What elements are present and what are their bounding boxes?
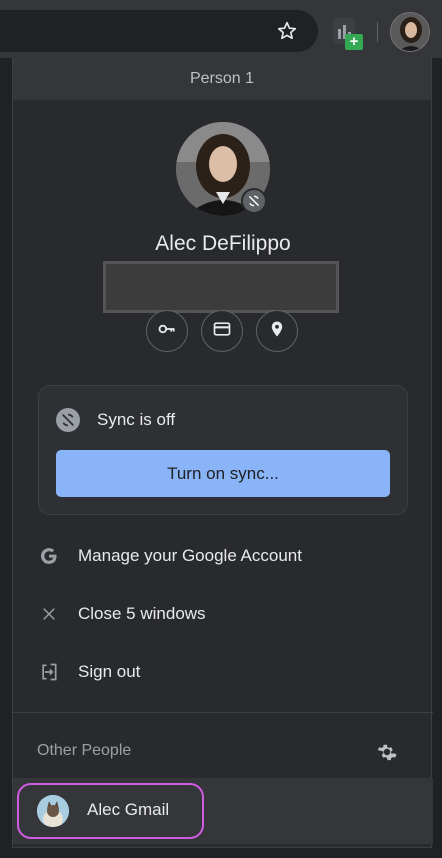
bookmark-star-icon[interactable] (272, 16, 302, 46)
omnibox[interactable] (0, 10, 318, 52)
other-people-title: Other People (37, 742, 132, 759)
profile-name: Alec DeFilippo (155, 232, 291, 255)
gear-icon[interactable] (375, 740, 399, 764)
manage-google-account-item[interactable]: Manage your Google Account (13, 532, 433, 580)
close-windows-label: Close 5 windows (78, 604, 206, 623)
profile-avatar-button[interactable] (390, 12, 430, 52)
panel-header: Person 1 (13, 58, 431, 100)
payment-methods-button[interactable] (201, 310, 243, 352)
google-g-icon (37, 544, 61, 568)
other-person-name: Alec Gmail (87, 800, 170, 819)
key-icon (157, 319, 177, 344)
profile-menu-panel: Person 1 Alec DeFilippo Sync is off Turn… (12, 58, 433, 848)
browser-toolbar: + (0, 0, 442, 58)
location-pin-icon (268, 319, 286, 344)
redacted-email (103, 261, 339, 313)
passwords-button[interactable] (146, 310, 188, 352)
turn-on-sync-button[interactable]: Turn on sync... (56, 450, 390, 497)
sync-off-icon (56, 408, 80, 432)
other-person-row[interactable]: Alec Gmail (13, 778, 433, 844)
extension-icon[interactable]: + (333, 18, 363, 50)
other-people-header: Other People (13, 728, 433, 776)
sync-paused-badge-icon (241, 188, 267, 214)
credit-card-icon (212, 319, 232, 344)
manage-account-label: Manage your Google Account (78, 546, 302, 565)
sign-out-label: Sign out (78, 662, 141, 681)
sign-out-icon (37, 660, 61, 684)
close-windows-item[interactable]: Close 5 windows (13, 590, 433, 638)
divider (13, 712, 433, 713)
sign-out-item[interactable]: Sign out (13, 648, 433, 696)
other-person-avatar (37, 795, 69, 827)
addresses-button[interactable] (256, 310, 298, 352)
toolbar-separator (377, 22, 378, 42)
extension-plus-badge: + (345, 34, 363, 50)
close-icon (37, 602, 61, 626)
sync-card: Sync is off Turn on sync... (38, 385, 408, 515)
sync-status: Sync is off (97, 410, 176, 429)
